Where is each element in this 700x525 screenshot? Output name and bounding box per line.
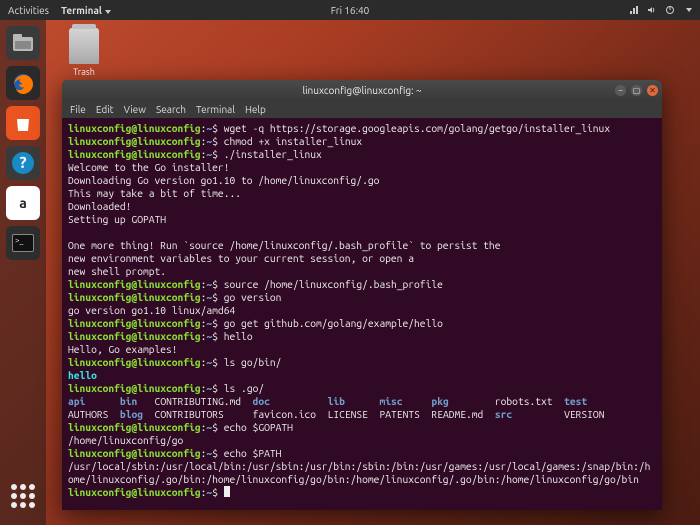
menu-help[interactable]: Help <box>245 104 266 115</box>
firefox-icon <box>11 71 35 95</box>
launcher-files[interactable] <box>6 26 40 60</box>
activities-button[interactable]: Activities <box>8 5 49 16</box>
window-minimize-button[interactable]: – <box>615 85 626 96</box>
amazon-icon: a <box>19 195 27 211</box>
launcher-firefox[interactable] <box>6 66 40 100</box>
desktop-trash[interactable]: Trash <box>60 28 108 77</box>
terminal-titlebar[interactable]: linuxconfig@linuxconfig: ~ – ▢ ✕ <box>62 80 662 100</box>
shopping-bag-icon <box>13 113 33 133</box>
terminal-title: linuxconfig@linuxconfig: ~ <box>303 85 422 96</box>
volume-icon <box>647 5 657 15</box>
status-area[interactable] <box>629 5 692 15</box>
help-icon: ? <box>12 152 34 174</box>
launcher-terminal[interactable] <box>6 226 40 260</box>
launcher-amazon[interactable]: a <box>6 186 40 220</box>
files-icon <box>12 33 34 53</box>
window-close-button[interactable]: ✕ <box>647 85 658 96</box>
menu-terminal[interactable]: Terminal <box>196 104 235 115</box>
launcher-help[interactable]: ? <box>6 146 40 180</box>
launcher-dock: ? a <box>0 20 46 525</box>
launcher-show-apps[interactable] <box>6 479 40 513</box>
window-maximize-button[interactable]: ▢ <box>631 85 642 96</box>
terminal-body[interactable]: linuxconfig@linuxconfig:~$ wget -q https… <box>62 118 662 510</box>
menu-search[interactable]: Search <box>156 104 186 115</box>
chevron-down-icon <box>686 8 692 12</box>
clock[interactable]: Fri 16:40 <box>331 5 370 16</box>
launcher-software[interactable] <box>6 106 40 140</box>
app-menu[interactable]: Terminal <box>61 5 111 16</box>
terminal-cursor <box>224 486 230 497</box>
terminal-icon <box>12 234 34 252</box>
terminal-menubar: File Edit View Search Terminal Help <box>62 100 662 118</box>
network-icon <box>629 5 639 15</box>
menu-file[interactable]: File <box>70 104 86 115</box>
top-bar: Activities Terminal Fri 16:40 <box>0 0 700 20</box>
chevron-down-icon <box>105 10 111 14</box>
terminal-window: linuxconfig@linuxconfig: ~ – ▢ ✕ File Ed… <box>62 80 662 510</box>
trash-icon <box>69 28 99 64</box>
power-icon <box>665 5 675 15</box>
menu-view[interactable]: View <box>124 104 146 115</box>
menu-edit[interactable]: Edit <box>96 104 114 115</box>
desktop-trash-label: Trash <box>60 67 108 77</box>
app-menu-label: Terminal <box>61 5 102 16</box>
